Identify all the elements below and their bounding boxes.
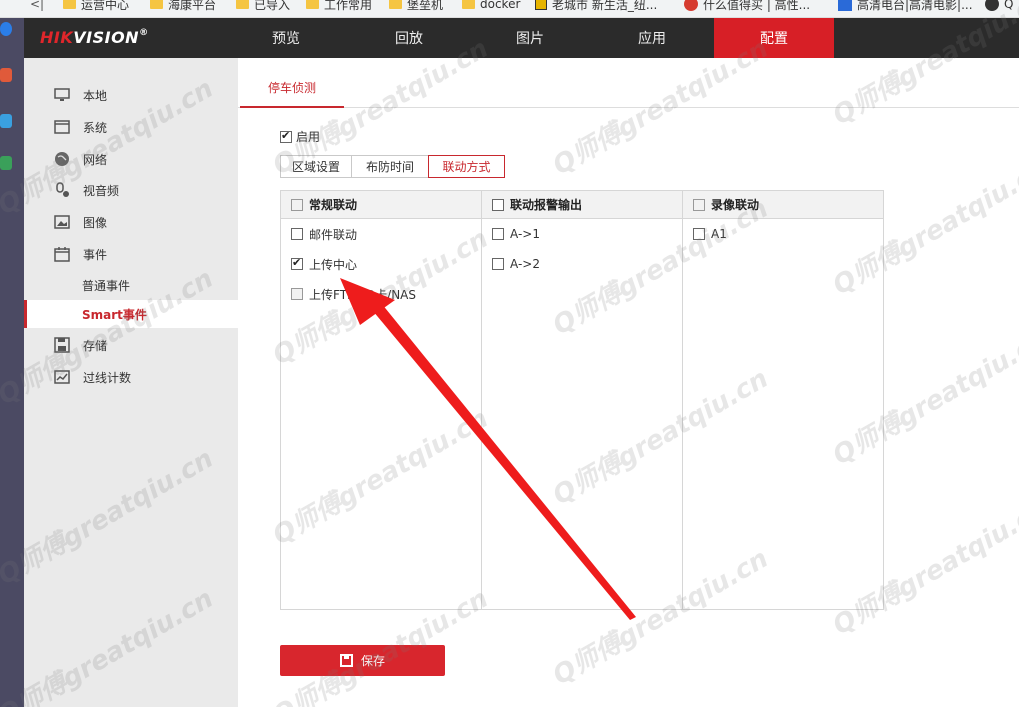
column-header: 录像联动 <box>683 191 883 219</box>
chart-icon <box>54 370 70 384</box>
save-disk-icon <box>54 337 70 353</box>
list-item: A->1 <box>482 219 682 249</box>
monitor-icon <box>54 88 70 101</box>
sidebar-item-line-crossing-count[interactable]: 过线计数 <box>24 362 238 392</box>
column-header: 联动报警输出 <box>482 191 682 219</box>
folder-icon <box>389 0 402 9</box>
sidebar-item-video-audio[interactable]: 视音频 <box>24 175 238 205</box>
list-item: 邮件联动 <box>281 219 481 249</box>
folder-icon <box>306 0 319 9</box>
alarm-output-checkbox[interactable] <box>492 258 504 270</box>
list-item: A1 <box>683 219 883 249</box>
linkage-table: 常规联动 邮件联动 上传中心 上传FTP/SD卡/NAS 联动报警输出 <box>280 190 884 610</box>
site-favicon-icon <box>985 0 999 11</box>
upload-ftp-checkbox[interactable] <box>291 288 303 300</box>
site-favicon-icon <box>684 0 698 11</box>
bookmark-item[interactable]: 已导入 <box>236 0 290 14</box>
email-linkage-checkbox[interactable] <box>291 228 303 240</box>
select-all-checkbox[interactable] <box>492 198 504 211</box>
extension-icon[interactable] <box>0 114 12 128</box>
tab-parking-detection[interactable]: 停车侦测 <box>240 78 345 108</box>
list-item: A->2 <box>482 249 682 279</box>
nav-tab-picture[interactable]: 图片 <box>470 18 590 58</box>
site-favicon-icon <box>535 0 547 10</box>
bookmark-item[interactable]: 什么值得买 | 高性... <box>684 0 810 14</box>
sidebar-item-local[interactable]: 本地 <box>24 80 238 110</box>
bookmark-item[interactable]: 运营中心 <box>63 0 129 14</box>
extension-icon[interactable] <box>0 22 12 36</box>
tab-linkage-method[interactable]: 联动方式 <box>428 155 505 178</box>
nav-tab-application[interactable]: 应用 <box>592 18 712 58</box>
sidebar-item-normal-event[interactable]: 普通事件 <box>24 271 238 299</box>
main-content: 停车侦测 启用 区域设置 布防时间 联动方式 常规联动 邮件联动 上传中心 <box>238 58 1019 707</box>
column-alarm-output: 联动报警输出 A->1 A->2 <box>482 191 683 609</box>
enable-checkbox[interactable] <box>280 129 292 143</box>
column-header: 常规联动 <box>281 191 481 219</box>
bookmark-item[interactable]: docker <box>462 0 520 14</box>
sidebar: 本地 系统 网络 视音频 图像 事件 普通事件 Smart事件 存储 过线计数 <box>24 58 238 707</box>
extension-icon[interactable] <box>0 156 12 170</box>
sidebar-item-event[interactable]: 事件 <box>24 239 238 269</box>
site-favicon-icon <box>838 0 852 11</box>
folder-icon <box>150 0 163 9</box>
image-icon <box>54 215 70 229</box>
top-nav: HIKVISION® 预览 回放 图片 应用 配置 <box>24 18 1019 58</box>
bookmark-item[interactable]: 高清电台|高清电影|... <box>838 0 973 14</box>
globe-icon <box>55 152 69 166</box>
bookmark-item[interactable]: 工作常用 <box>306 0 372 14</box>
bookmark-item[interactable]: 海康平台 <box>150 0 216 14</box>
nav-tab-configuration[interactable]: 配置 <box>714 18 834 58</box>
calendar-icon <box>54 247 70 262</box>
column-record-linkage: 录像联动 A1 <box>683 191 883 609</box>
nav-tab-playback[interactable]: 回放 <box>349 18 469 58</box>
sidebar-item-network[interactable]: 网络 <box>24 144 238 174</box>
back-icon[interactable]: <| <box>30 0 44 14</box>
tab-arming-schedule[interactable]: 布防时间 <box>351 155 429 178</box>
bookmark-item[interactable]: Q <box>985 0 1013 14</box>
save-button[interactable]: 保存 <box>280 645 445 676</box>
list-item: 上传中心 <box>281 249 481 279</box>
save-icon <box>339 654 353 667</box>
bookmark-item[interactable]: 堡垒机 <box>389 0 443 14</box>
sidebar-item-image[interactable]: 图像 <box>24 207 238 237</box>
record-channel-checkbox[interactable] <box>693 228 705 240</box>
upload-center-checkbox[interactable] <box>291 256 303 270</box>
extension-strip <box>0 18 24 707</box>
select-all-checkbox[interactable] <box>693 198 705 211</box>
sidebar-item-smart-event[interactable]: Smart事件 <box>24 300 238 328</box>
enable-label: 启用 <box>296 130 321 144</box>
hikvision-logo: HIKVISION® <box>40 28 149 47</box>
list-item: 上传FTP/SD卡/NAS <box>281 279 481 309</box>
alarm-output-checkbox[interactable] <box>492 228 504 240</box>
folder-icon <box>63 0 76 9</box>
nav-tab-preview[interactable]: 预览 <box>226 18 346 58</box>
bookmark-item[interactable]: 老城市 新生活_纽... <box>535 0 657 14</box>
tab-area-settings[interactable]: 区域设置 <box>280 155 352 178</box>
column-normal-linkage: 常规联动 邮件联动 上传中心 上传FTP/SD卡/NAS <box>281 191 482 609</box>
folder-icon <box>462 0 475 9</box>
select-all-checkbox[interactable] <box>291 198 303 211</box>
folder-icon <box>236 0 249 9</box>
enable-row: 启用 <box>280 128 320 145</box>
page-tab-bar: 停车侦测 <box>238 78 1019 108</box>
sidebar-item-storage[interactable]: 存储 <box>24 330 238 360</box>
sidebar-item-system[interactable]: 系统 <box>24 112 238 142</box>
extension-icon[interactable] <box>0 68 12 82</box>
bookmarks-bar: <| 运营中心 海康平台 已导入 工作常用 堡垒机 docker 老城市 新生活… <box>0 0 1019 18</box>
mic-camera-icon <box>56 182 69 197</box>
system-icon <box>54 120 70 134</box>
